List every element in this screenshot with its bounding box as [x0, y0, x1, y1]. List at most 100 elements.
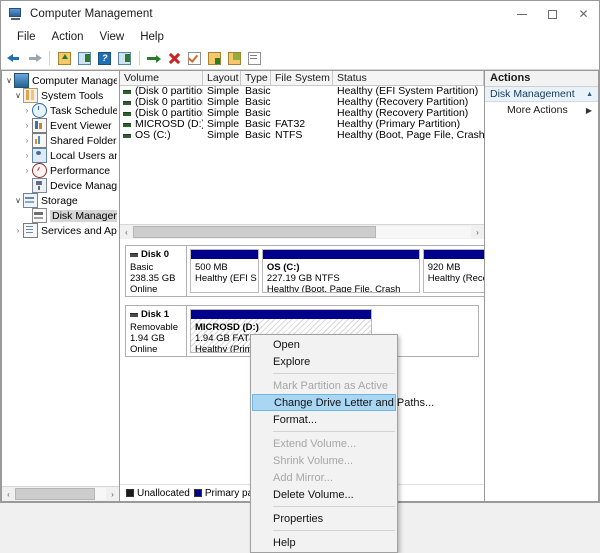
refresh-icon[interactable]	[146, 50, 163, 67]
chevron-right-icon[interactable]: ›	[22, 163, 32, 178]
actions-group-disk-management[interactable]: Disk Management ▲	[485, 87, 598, 102]
volume-row[interactable]: (Disk 0 partition 4)SimpleBasicHealthy (…	[120, 97, 484, 108]
partition-block[interactable]: OS (C:)227.19 GB NTFSHealthy (Boot, Page…	[262, 249, 420, 293]
tree-item-system-tools[interactable]: ∨System Tools	[2, 88, 119, 103]
context-menu-item-delete-volume[interactable]: Delete Volume...	[251, 486, 397, 503]
help-icon[interactable]: ?	[96, 50, 113, 67]
context-menu-item-explore[interactable]: Explore	[251, 353, 397, 370]
column-header-type[interactable]: Type	[241, 71, 271, 85]
actions-item-label: More Actions	[507, 104, 568, 116]
tree-horizontal-scrollbar[interactable]: ‹ ›	[2, 486, 119, 501]
maximize-button[interactable]	[537, 1, 568, 27]
delete-icon[interactable]	[166, 50, 183, 67]
volume-icon	[123, 90, 131, 94]
volume-horizontal-scrollbar[interactable]: ‹ ›	[120, 224, 484, 239]
properties-icon[interactable]	[116, 50, 133, 67]
context-menu-item-label: Format...	[273, 414, 317, 426]
computer-management-window: Computer Management ✕ File Action View H…	[0, 0, 600, 503]
new-volume-icon[interactable]	[206, 50, 223, 67]
tree-scroll-thumb[interactable]	[15, 488, 95, 500]
toolbar-separator-1	[49, 51, 50, 65]
context-menu-item-open[interactable]: Open	[251, 336, 397, 353]
chevron-down-icon[interactable]: ∨	[13, 193, 23, 208]
tree-item-task-scheduler[interactable]: ›Task Scheduler	[2, 103, 119, 118]
tree-item-disk-management[interactable]: Disk Management	[2, 208, 119, 223]
up-folder-icon[interactable]	[56, 50, 73, 67]
partition-color-bar	[191, 310, 371, 319]
storage-icon	[23, 193, 38, 208]
tree-item-computer-management-local[interactable]: ∨Computer Management (Local	[2, 73, 119, 88]
context-menu-item-properties[interactable]: Properties	[251, 510, 397, 527]
tree-scroll-track[interactable]	[15, 488, 106, 500]
tree-item-shared-folders[interactable]: ›Shared Folders	[2, 133, 119, 148]
tree-scroll-right-button[interactable]: ›	[106, 488, 119, 501]
partition-block[interactable]: 920 MBHealthy (Recov	[423, 249, 484, 293]
volume-row[interactable]: MICROSD (D:)SimpleBasicFAT32Healthy (Pri…	[120, 119, 484, 130]
toolbar: ?	[1, 47, 599, 70]
view-list-icon[interactable]	[246, 50, 263, 67]
partition-status: Healthy (Recov	[428, 273, 484, 284]
disk-size-label: 1.94 GB	[130, 333, 182, 344]
disk-info-disk-0[interactable]: Disk 0Basic238.35 GBOnline	[125, 245, 187, 297]
check-icon[interactable]	[186, 50, 203, 67]
close-button[interactable]: ✕	[568, 1, 599, 27]
context-menu-item-help[interactable]: Help	[251, 534, 397, 551]
tree-item-device-manager[interactable]: Device Manager	[2, 178, 119, 193]
volume-scroll-left-button[interactable]: ‹	[120, 226, 133, 239]
chevron-right-icon[interactable]: ›	[13, 223, 23, 238]
chevron-right-icon[interactable]: ›	[22, 133, 32, 148]
context-menu-separator	[273, 506, 395, 507]
actions-item-more-actions[interactable]: More Actions ▶	[485, 102, 598, 118]
chevron-up-icon[interactable]: ▲	[586, 91, 593, 98]
volume-cell-file-system: NTFS	[271, 130, 333, 141]
column-header-layout[interactable]: Layout	[203, 71, 241, 85]
volume-cell-file-system	[271, 108, 333, 119]
tree-item-event-viewer[interactable]: ›Event Viewer	[2, 118, 119, 133]
tree-item-storage[interactable]: ∨Storage	[2, 193, 119, 208]
volume-row[interactable]: OS (C:)SimpleBasicNTFSHealthy (Boot, Pag…	[120, 130, 484, 141]
menu-view[interactable]: View	[92, 29, 133, 45]
chevron-down-icon[interactable]: ∨	[4, 73, 14, 88]
column-header-status[interactable]: Status	[333, 71, 484, 85]
device-manager-icon	[32, 178, 47, 193]
context-menu-item-change-drive-letter-and-paths[interactable]: Change Drive Letter and Paths...	[252, 394, 396, 411]
volume-scroll-right-button[interactable]: ›	[471, 226, 484, 239]
volume-row[interactable]: (Disk 0 partition 1)SimpleBasicHealthy (…	[120, 86, 484, 97]
partition-block[interactable]: 500 MBHealthy (EFI S	[190, 249, 259, 293]
show-hide-tree-icon[interactable]	[76, 50, 93, 67]
context-menu-separator	[273, 373, 395, 374]
column-header-file-system[interactable]: File System	[271, 71, 333, 85]
volume-scroll-thumb[interactable]	[133, 226, 376, 238]
volume-icon	[123, 101, 131, 105]
tree-item-services-and-applications[interactable]: ›Services and Applications	[2, 223, 119, 238]
volume-list-body: (Disk 0 partition 1)SimpleBasicHealthy (…	[120, 86, 484, 224]
forward-arrow-icon[interactable]	[26, 50, 43, 67]
volume-icon	[123, 112, 131, 116]
context-menu-item-label: Shrink Volume...	[273, 455, 353, 467]
back-arrow-icon[interactable]	[6, 50, 23, 67]
chevron-down-icon[interactable]: ∨	[13, 88, 23, 103]
minimize-button[interactable]	[506, 1, 537, 27]
tree-item-performance[interactable]: ›Performance	[2, 163, 119, 178]
menu-action[interactable]: Action	[44, 29, 92, 45]
tree-scroll-left-button[interactable]: ‹	[2, 488, 15, 501]
context-menu-item-format[interactable]: Format...	[251, 411, 397, 428]
column-header-volume[interactable]: Volume	[120, 71, 203, 85]
menu-file[interactable]: File	[9, 29, 44, 45]
tree-item-local-users-and-groups[interactable]: ›Local Users and Groups	[2, 148, 119, 163]
context-menu-item-label: Help	[273, 537, 296, 549]
rescan-disks-icon[interactable]	[226, 50, 243, 67]
volume-context-menu: OpenExplore Mark Partition as ActiveChang…	[250, 334, 398, 553]
chevron-right-icon[interactable]: ›	[22, 118, 32, 133]
disk-management-icon	[32, 208, 47, 223]
volume-icon	[123, 123, 131, 127]
context-menu-item-mark-partition-as-active: Mark Partition as Active	[251, 377, 397, 394]
volume-scroll-track[interactable]	[133, 226, 471, 238]
chevron-right-icon[interactable]: ›	[22, 148, 32, 163]
volume-row[interactable]: (Disk 0 partition 5)SimpleBasicHealthy (…	[120, 108, 484, 119]
menu-help[interactable]: Help	[132, 29, 172, 45]
chevron-right-icon[interactable]: ›	[22, 103, 32, 118]
legend-entry: Unallocated	[126, 488, 190, 499]
disk-info-disk-1[interactable]: Disk 1Removable1.94 GBOnline	[125, 305, 187, 357]
volume-cell-name: OS (C:)	[120, 130, 203, 141]
